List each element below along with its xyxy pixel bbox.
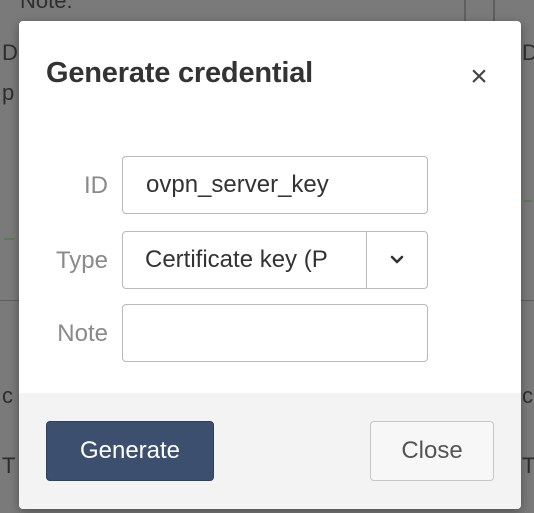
type-select[interactable]: Certificate key (P <box>122 231 428 289</box>
modal-header: Generate credential × <box>19 21 521 131</box>
generate-button[interactable]: Generate <box>46 421 214 481</box>
background-text-fragment: D <box>2 40 18 65</box>
background-divider <box>464 0 466 22</box>
type-select-value: Certificate key (P <box>145 246 328 273</box>
form-row-id: ID <box>19 156 521 216</box>
background-divider <box>521 300 534 301</box>
modal-title: Generate credential <box>46 57 313 89</box>
background-text-fragment: c <box>522 383 533 408</box>
generate-credential-dialog: Generate credential × ID Type Certificat… <box>19 21 521 509</box>
form-row-type: Type Certificate key (P <box>19 231 521 291</box>
background-text-fragment: Note: <box>20 0 73 13</box>
background-text-fragment: D <box>522 40 534 65</box>
background-divider <box>4 238 14 240</box>
background-divider <box>524 200 532 202</box>
note-input[interactable] <box>122 304 428 362</box>
background-divider <box>0 300 19 301</box>
modal-body: ID Type Certificate key (P Note <box>19 131 521 393</box>
background-text-fragment: T <box>2 453 16 478</box>
form-row-note: Note <box>19 304 521 364</box>
note-label: Note <box>57 320 108 347</box>
close-button[interactable]: Close <box>370 421 494 481</box>
chevron-down-icon[interactable] <box>366 232 427 288</box>
type-label: Type <box>55 247 108 274</box>
background-text-fragment: c <box>2 383 13 408</box>
id-input[interactable] <box>122 156 428 214</box>
background-divider <box>493 0 495 22</box>
close-icon[interactable]: × <box>459 57 499 97</box>
id-label: ID <box>84 172 108 199</box>
modal-footer: Generate Close <box>19 393 521 509</box>
background-text-fragment: p <box>2 80 15 105</box>
background-text-fragment: T <box>522 453 534 478</box>
